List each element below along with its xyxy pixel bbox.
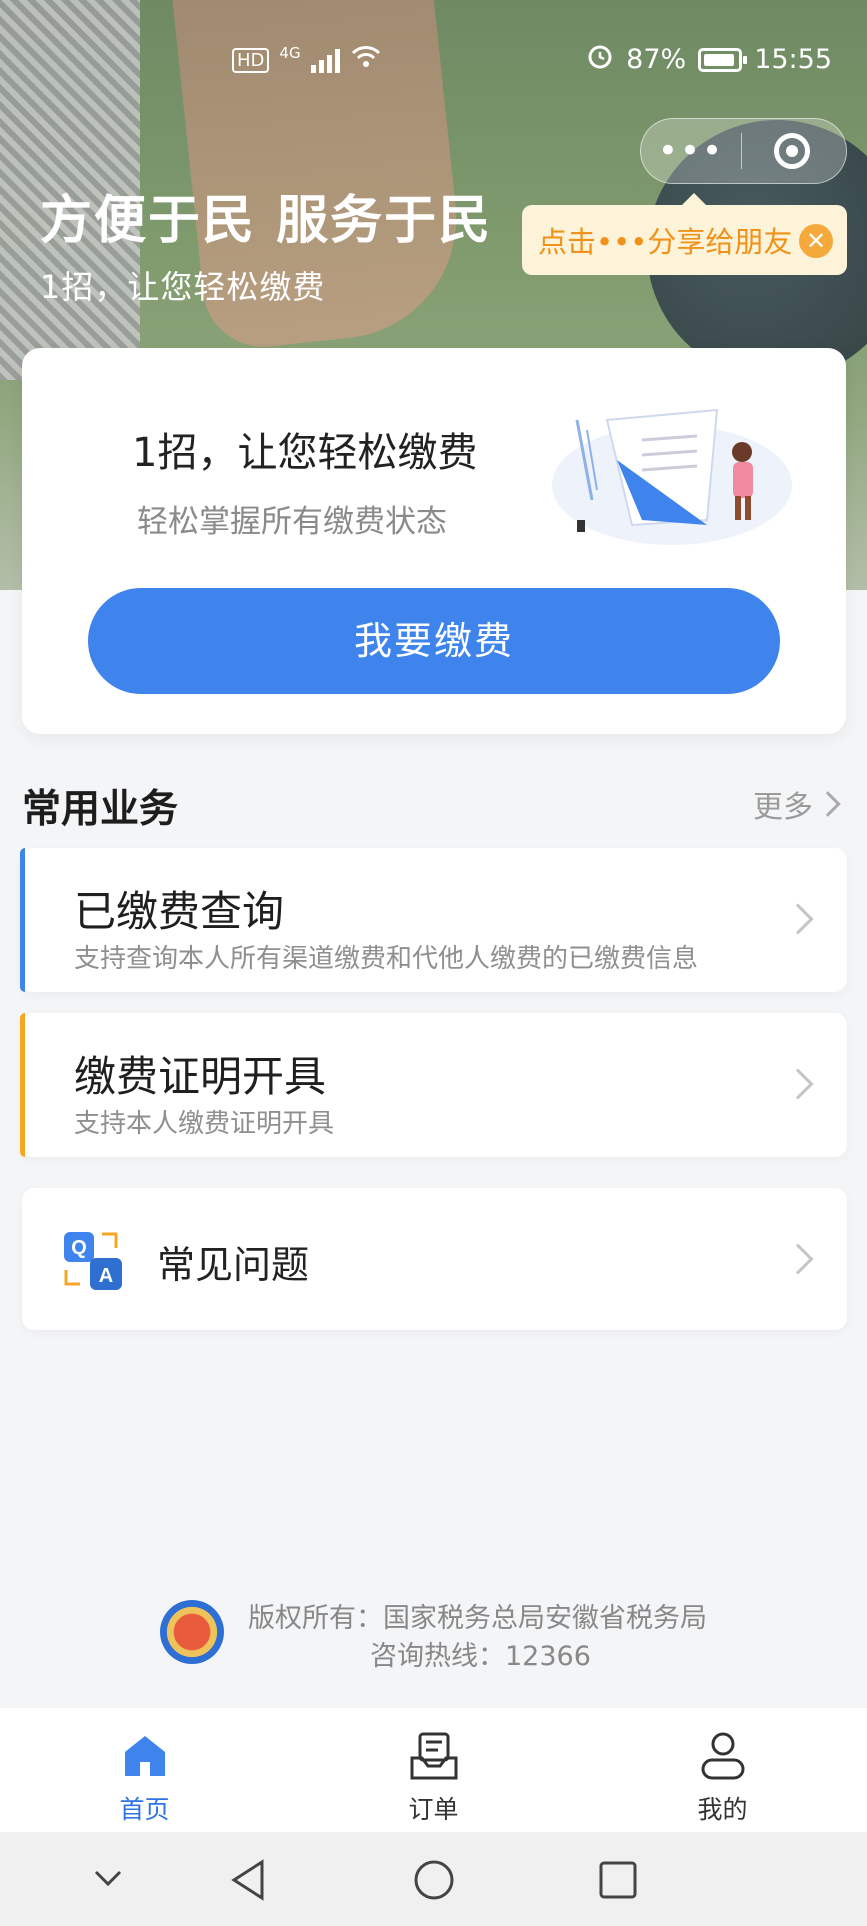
- clock: 15:55: [754, 44, 832, 75]
- pay-button[interactable]: 我要缴费: [88, 588, 780, 694]
- share-tip: 点击•••分享给朋友 ✕: [522, 193, 847, 275]
- home-nav-icon[interactable]: [412, 1858, 456, 1902]
- close-icon[interactable]: ✕: [799, 224, 833, 258]
- status-bar: HD 4G 87% 15:55: [0, 38, 867, 88]
- tax-emblem-logo: [160, 1600, 224, 1664]
- battery-percent: 87%: [626, 44, 687, 75]
- more-link[interactable]: 更多: [753, 782, 841, 826]
- accent-bar: [20, 1013, 25, 1157]
- qa-icon: Q A: [64, 1232, 122, 1290]
- hero-title: 方便于民 服务于民: [40, 191, 493, 251]
- mini-program-capsule: •••: [640, 118, 847, 184]
- svg-text:A: A: [99, 1265, 113, 1287]
- svg-text:Q: Q: [71, 1237, 87, 1259]
- service-name: 已缴费查询: [74, 887, 285, 936]
- service-item-payment-certificate[interactable]: 缴费证明开具 支持本人缴费证明开具: [20, 1013, 847, 1157]
- tab-home[interactable]: 首页: [0, 1708, 289, 1832]
- back-icon[interactable]: [228, 1858, 268, 1902]
- tab-label: 订单: [408, 1795, 459, 1824]
- service-desc: 支持查询本人所有渠道缴费和代他人缴费的已缴费信息: [74, 944, 699, 974]
- pay-card-subtitle: 轻松掌握所有缴费状态: [137, 504, 447, 540]
- chevron-right-icon: [782, 903, 814, 935]
- chevron-right-icon: [782, 1068, 814, 1100]
- tab-label: 首页: [119, 1795, 170, 1824]
- more-dots-icon[interactable]: •••: [641, 131, 741, 171]
- accent-bar: [20, 848, 25, 992]
- system-nav-bar: [0, 1832, 867, 1926]
- recents-icon[interactable]: [598, 1858, 638, 1902]
- alarm-icon: [586, 42, 614, 77]
- tab-mine[interactable]: 我的: [578, 1708, 867, 1832]
- tab-label: 我的: [697, 1795, 748, 1824]
- service-name: 缴费证明开具: [74, 1052, 327, 1101]
- service-item-paid-query[interactable]: 已缴费查询 支持查询本人所有渠道缴费和代他人缴费的已缴费信息: [20, 848, 847, 992]
- service-desc: 支持本人缴费证明开具: [74, 1109, 335, 1139]
- section-title-common: 常用业务: [22, 787, 179, 832]
- battery-icon: [698, 47, 748, 72]
- target-circle-icon: [774, 133, 810, 169]
- pay-card: 1招，让您轻松缴费 轻松掌握所有缴费状态 我要缴费: [22, 348, 846, 734]
- chevron-right-icon: [815, 791, 841, 817]
- wifi-icon: [351, 44, 381, 77]
- chevron-down-icon[interactable]: [90, 1858, 126, 1898]
- home-icon: [124, 1736, 165, 1776]
- order-icon: [410, 1732, 457, 1780]
- signal-icon: [310, 48, 341, 73]
- chevron-right-icon: [782, 1243, 814, 1275]
- user-icon: [701, 1732, 744, 1780]
- tab-orders[interactable]: 订单: [289, 1708, 578, 1832]
- pay-card-title: 1招，让您轻松缴费: [132, 430, 478, 476]
- hero-subtitle: 1招，让您轻松缴费: [40, 268, 326, 306]
- tab-bar: 首页 订单 我的: [0, 1708, 867, 1832]
- faq-label: 常见问题: [157, 1243, 310, 1287]
- footer: 版权所有：国家税务总局安徽省税务局 咨询热线：12366: [0, 1588, 867, 1678]
- close-mini-program-button[interactable]: [742, 133, 842, 169]
- faq-item[interactable]: Q A 常见问题: [22, 1188, 847, 1330]
- share-tip-text: 点击•••分享给朋友: [538, 225, 793, 259]
- more-label: 更多: [753, 790, 813, 825]
- hotline-text: 咨询热线：12366: [370, 1641, 591, 1672]
- copyright-text: 版权所有：国家税务总局安徽省税务局: [248, 1603, 707, 1634]
- hd-badge: HD: [232, 48, 270, 73]
- net-type: 4G: [279, 44, 301, 62]
- payment-illustration: [552, 408, 792, 545]
